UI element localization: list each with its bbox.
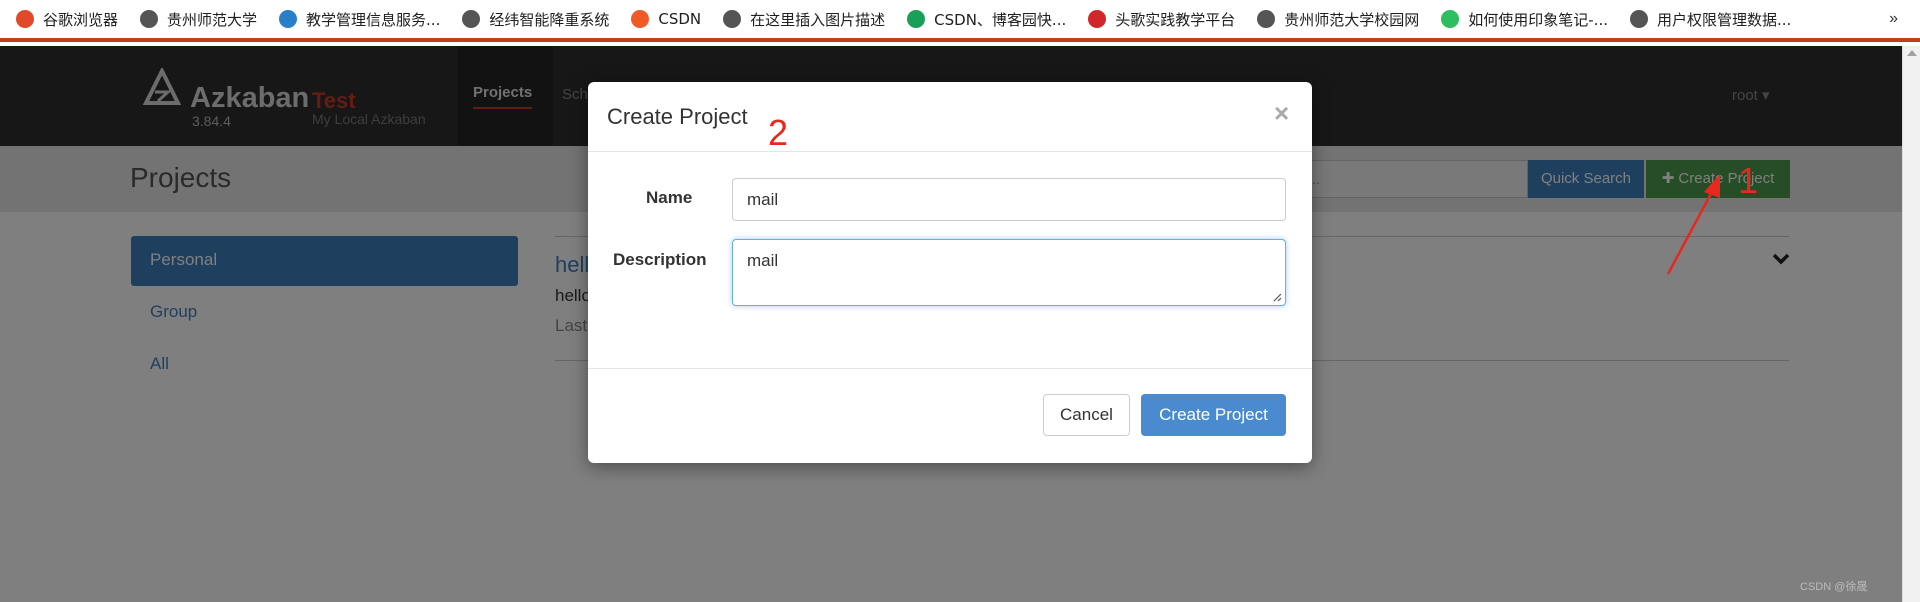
scroll-up-icon[interactable]	[1907, 50, 1917, 56]
bookmark-label: 头歌实践教学平台	[1115, 10, 1236, 29]
bookmark-item[interactable]: CSDN	[631, 10, 701, 28]
watermark: CSDN @徐晟	[1800, 581, 1868, 593]
bookmarks-more-button[interactable]: »	[1889, 10, 1898, 28]
close-icon[interactable]: ×	[1274, 98, 1289, 129]
bookmark-label: 用户权限管理数据...	[1656, 10, 1792, 29]
bookmark-item[interactable]: 如何使用印象笔记-...	[1441, 9, 1608, 30]
link-icon	[1629, 10, 1648, 28]
submit-create-project-button[interactable]: Create Project	[1141, 394, 1286, 436]
description-label: Description	[613, 250, 707, 269]
bookmark-item[interactable]: 在这里插入图片描述	[723, 9, 885, 30]
bookmark-item[interactable]: 经纬智能降重系统	[462, 9, 609, 30]
bookmark-label: 教学管理信息服务...	[306, 10, 441, 29]
bookmark-item[interactable]: 头歌实践教学平台	[1088, 9, 1235, 30]
globe-icon	[723, 10, 742, 28]
bookmark-label: 如何使用印象笔记-...	[1468, 10, 1608, 29]
app-icon	[279, 10, 298, 28]
bookmark-item[interactable]: 贵州师范大学校园网	[1257, 9, 1419, 30]
globe-icon	[140, 10, 159, 28]
modal-title: Create Project	[607, 104, 748, 129]
create-project-modal: Create Project × Name mail Description m…	[588, 82, 1312, 463]
evernote-icon	[1441, 10, 1460, 28]
chrome-icon	[16, 10, 34, 28]
vertical-scrollbar[interactable]	[1902, 46, 1920, 602]
globe-icon	[462, 10, 481, 28]
bookmark-item[interactable]: 用户权限管理数据...	[1629, 9, 1792, 30]
bookmark-label: 贵州师范大学	[167, 10, 258, 29]
bookmark-label: 谷歌浏览器	[43, 10, 119, 29]
cancel-button[interactable]: Cancel	[1043, 394, 1130, 436]
bookmarks-bar: 谷歌浏览器 贵州师范大学 教学管理信息服务... 经纬智能降重系统 CSDN 在这里插入图…	[0, 0, 1920, 42]
annotation-step-2: 2	[768, 112, 789, 153]
bookmark-label: CSDN	[658, 10, 702, 28]
resize-grip-icon[interactable]	[1273, 293, 1282, 302]
annotation-arrow-icon	[1666, 174, 1720, 275]
modal-header: Create Project ×	[588, 82, 1312, 152]
bookmark-label: CSDN、博客园快...	[934, 10, 1067, 29]
project-description-field[interactable]: mail	[732, 239, 1286, 306]
bookmark-label: 贵州师范大学校园网	[1284, 10, 1420, 29]
bookmark-item[interactable]: CSDN、博客园快...	[907, 9, 1066, 30]
project-name-field[interactable]: mail	[732, 178, 1286, 221]
bookmark-item[interactable]: 贵州师范大学	[140, 9, 257, 30]
globe-icon	[1257, 10, 1276, 28]
name-label: Name	[646, 188, 693, 207]
touge-icon	[1088, 10, 1107, 28]
bookmark-item[interactable]: 谷歌浏览器	[16, 9, 118, 30]
bookmark-item[interactable]: 教学管理信息服务...	[279, 9, 440, 30]
csdn-icon	[631, 10, 650, 28]
n-icon	[907, 10, 926, 28]
modal-footer-divider	[588, 368, 1312, 369]
bookmark-label: 在这里插入图片描述	[750, 10, 886, 29]
description-value: mail	[747, 251, 779, 270]
bookmark-label: 经纬智能降重系统	[489, 10, 610, 29]
